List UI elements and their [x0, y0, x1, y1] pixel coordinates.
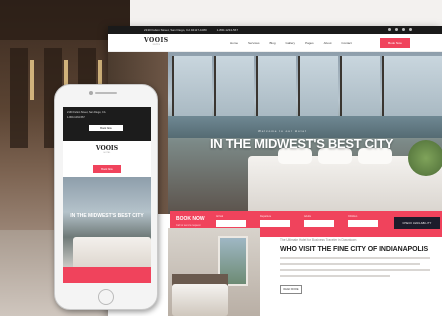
phone-text: 1-800-1234-567 [216, 28, 239, 32]
top-info-bar: 2130 Fulton Street, San Diego, CA 94117-… [108, 26, 442, 34]
mobile-hero-headline: IN THE MIDWEST'S BEST CITY [70, 213, 144, 219]
main-navbar: VOOIS HOTEL Home Services Blog Gallery P… [108, 34, 442, 52]
book-now-button[interactable]: Book Now [380, 38, 410, 48]
address-text: 2130 Fulton Street, San Diego, CA 94117-… [144, 28, 207, 32]
nav-item-services[interactable]: Services [248, 41, 260, 45]
twitter-icon[interactable] [395, 28, 398, 31]
phone-screen: 2130 Fulton Street, San Diego, CA 1-800-… [63, 107, 151, 283]
booking-subtitle: Call or send a request [176, 224, 201, 227]
phone-camera [89, 91, 93, 95]
mobile-address: 2130 Fulton Street, San Diego, CA [67, 111, 106, 114]
mobile-site-preview: 2130 Fulton Street, San Diego, CA 1-800-… [54, 84, 158, 310]
arrival-label: Arrival [216, 215, 224, 218]
nav-item-home[interactable]: Home [230, 41, 238, 45]
arrival-field[interactable] [216, 220, 246, 227]
instagram-icon[interactable] [402, 28, 405, 31]
mobile-hero: IN THE MIDWEST'S BEST CITY [63, 177, 151, 277]
nav-item-blog[interactable]: Blog [270, 41, 276, 45]
mobile-phone: 1-800-1234-567 [67, 116, 85, 119]
mobile-logo-text: VOOIS [95, 145, 119, 152]
nav-item-about[interactable]: About [324, 41, 332, 45]
desktop-site-preview: 2130 Fulton Street, San Diego, CA 94117-… [108, 26, 442, 316]
social-icons [388, 28, 412, 31]
hero-headline: IN THE MIDWEST'S BEST CITY [210, 136, 394, 151]
about-title: WHO VISIT THE FINE CITY OF INDIANAPOLIS [280, 246, 429, 253]
mobile-logo-subtitle: HOTEL [103, 152, 111, 154]
mobile-logo[interactable]: VOOIS HOTEL [63, 145, 151, 154]
site-logo[interactable]: VOOIS HOTEL [144, 37, 169, 46]
mobile-book-button[interactable]: Book Now [93, 165, 121, 173]
nav-item-contact[interactable]: Contact [341, 41, 351, 45]
template-preview: 2130 Fulton Street, San Diego, CA 94117-… [0, 0, 442, 316]
room-photo [168, 228, 260, 316]
nav-item-pages[interactable]: Pages [305, 41, 314, 45]
logo-text: VOOIS [144, 37, 169, 44]
booking-title: BOOK NOW [176, 216, 205, 222]
nav-item-gallery[interactable]: Gallery [286, 41, 296, 45]
departure-field[interactable] [260, 220, 290, 227]
departure-label: Departure [260, 215, 272, 218]
mobile-top-button[interactable]: Book Now [89, 125, 123, 131]
read-more-button[interactable]: READ MORE [280, 285, 302, 294]
hero-section: Welcome to our Hotel IN THE MIDWEST'S BE… [108, 52, 442, 214]
about-pre-title: The Ultimate Hotel for Business Traveler… [280, 238, 357, 242]
logo-subtitle: HOTEL [152, 44, 161, 46]
phone-speaker [95, 92, 117, 94]
nav-menu: Home Services Blog Gallery Pages About C… [230, 41, 352, 45]
check-availability-button[interactable]: CHECK AVAILABILITY [394, 217, 440, 229]
google-icon[interactable] [409, 28, 412, 31]
hero-kicker: Welcome to our Hotel [258, 129, 307, 133]
mobile-top-bar: 2130 Fulton Street, San Diego, CA 1-800-… [63, 107, 151, 141]
facebook-icon[interactable] [388, 28, 391, 31]
phone-home-button [98, 289, 114, 305]
plant-decor [408, 140, 442, 176]
about-section: The Ultimate Hotel for Business Traveler… [280, 238, 440, 294]
adults-field[interactable] [304, 220, 334, 227]
mobile-booking-bar [63, 267, 151, 283]
children-field[interactable] [348, 220, 378, 227]
adults-label: Adults [304, 215, 311, 218]
children-label: Children [348, 215, 358, 218]
